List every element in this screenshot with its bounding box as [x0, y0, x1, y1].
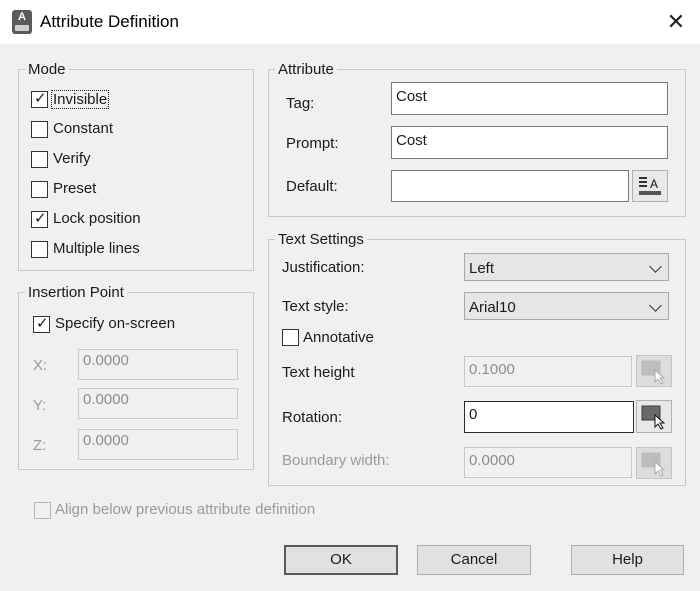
checkmark-icon: ✓ — [34, 90, 47, 107]
text-settings-legend: Text Settings — [275, 231, 367, 248]
pick-point-icon — [641, 452, 666, 477]
insertion-point-legend: Insertion Point — [25, 284, 127, 301]
justification-value: Left — [469, 260, 495, 277]
align-below-checkbox[interactable] — [34, 502, 51, 519]
tag-label: Tag: — [286, 95, 315, 112]
multiple-lines-label[interactable]: Multiple lines — [53, 240, 140, 257]
x-label: X: — [33, 357, 48, 374]
constant-checkbox[interactable] — [31, 121, 48, 138]
insert-field-button[interactable]: A — [632, 170, 668, 202]
checkmark-icon: ✓ — [36, 315, 49, 332]
close-icon[interactable]: ✕ — [662, 8, 690, 36]
svg-text:A: A — [650, 177, 658, 191]
boundary-width-field[interactable]: 0.0000 — [464, 447, 632, 478]
text-height-label: Text height — [282, 364, 355, 381]
insert-field-icon: A — [639, 177, 661, 195]
y-field[interactable]: 0.0000 — [78, 388, 238, 419]
default-label: Default: — [286, 178, 338, 195]
ok-button[interactable]: OK — [284, 545, 398, 575]
preset-checkbox[interactable] — [31, 181, 48, 198]
mode-legend: Mode — [25, 61, 69, 78]
justification-label: Justification: — [282, 259, 365, 276]
specify-on-screen-label[interactable]: Specify on-screen — [55, 315, 175, 332]
checkmark-icon: ✓ — [34, 210, 47, 227]
verify-checkbox[interactable] — [31, 151, 48, 168]
help-button[interactable]: Help — [571, 545, 684, 575]
verify-label[interactable]: Verify — [53, 150, 91, 167]
pick-angle-icon — [641, 405, 666, 430]
rotation-pick-button[interactable] — [636, 400, 672, 433]
lock-position-checkbox[interactable]: ✓ — [31, 210, 48, 228]
text-height-pick-button[interactable] — [636, 355, 672, 387]
cancel-button[interactable]: Cancel — [417, 545, 531, 575]
window-title: Attribute Definition — [40, 12, 179, 31]
prompt-field[interactable]: Cost — [391, 126, 668, 159]
chevron-down-icon — [649, 299, 662, 312]
rotation-label: Rotation: — [282, 409, 343, 426]
text-style-select[interactable]: Arial10 — [464, 292, 669, 320]
lock-position-label[interactable]: Lock position — [53, 210, 141, 227]
app-icon: A — [12, 10, 32, 34]
rotation-field[interactable]: 0 — [464, 401, 634, 433]
invisible-label[interactable]: Invisible — [51, 90, 110, 109]
y-label: Y: — [33, 397, 47, 414]
invisible-checkbox[interactable]: ✓ — [31, 90, 48, 108]
text-style-value: Arial10 — [469, 299, 516, 316]
chevron-down-icon — [649, 260, 662, 273]
preset-label[interactable]: Preset — [53, 180, 96, 197]
specify-on-screen-checkbox[interactable]: ✓ — [33, 315, 50, 333]
attribute-legend: Attribute — [275, 61, 337, 78]
tag-field[interactable]: Cost — [391, 82, 668, 115]
pick-point-icon — [641, 360, 666, 385]
text-height-field[interactable]: 0.1000 — [464, 356, 632, 387]
default-field[interactable] — [391, 170, 629, 202]
annotative-label[interactable]: Annotative — [303, 329, 374, 346]
text-style-label: Text style: — [282, 298, 349, 315]
x-field[interactable]: 0.0000 — [78, 349, 238, 380]
boundary-width-pick-button[interactable] — [636, 447, 672, 479]
align-below-label[interactable]: Align below previous attribute definitio… — [55, 501, 315, 518]
z-field[interactable]: 0.0000 — [78, 429, 238, 460]
constant-label[interactable]: Constant — [53, 120, 113, 137]
z-label: Z: — [33, 437, 47, 454]
annotative-checkbox[interactable] — [282, 329, 299, 346]
boundary-width-label: Boundary width: — [282, 452, 390, 469]
prompt-label: Prompt: — [286, 135, 339, 152]
multiple-lines-checkbox[interactable] — [31, 241, 48, 258]
justification-select[interactable]: Left — [464, 253, 669, 281]
